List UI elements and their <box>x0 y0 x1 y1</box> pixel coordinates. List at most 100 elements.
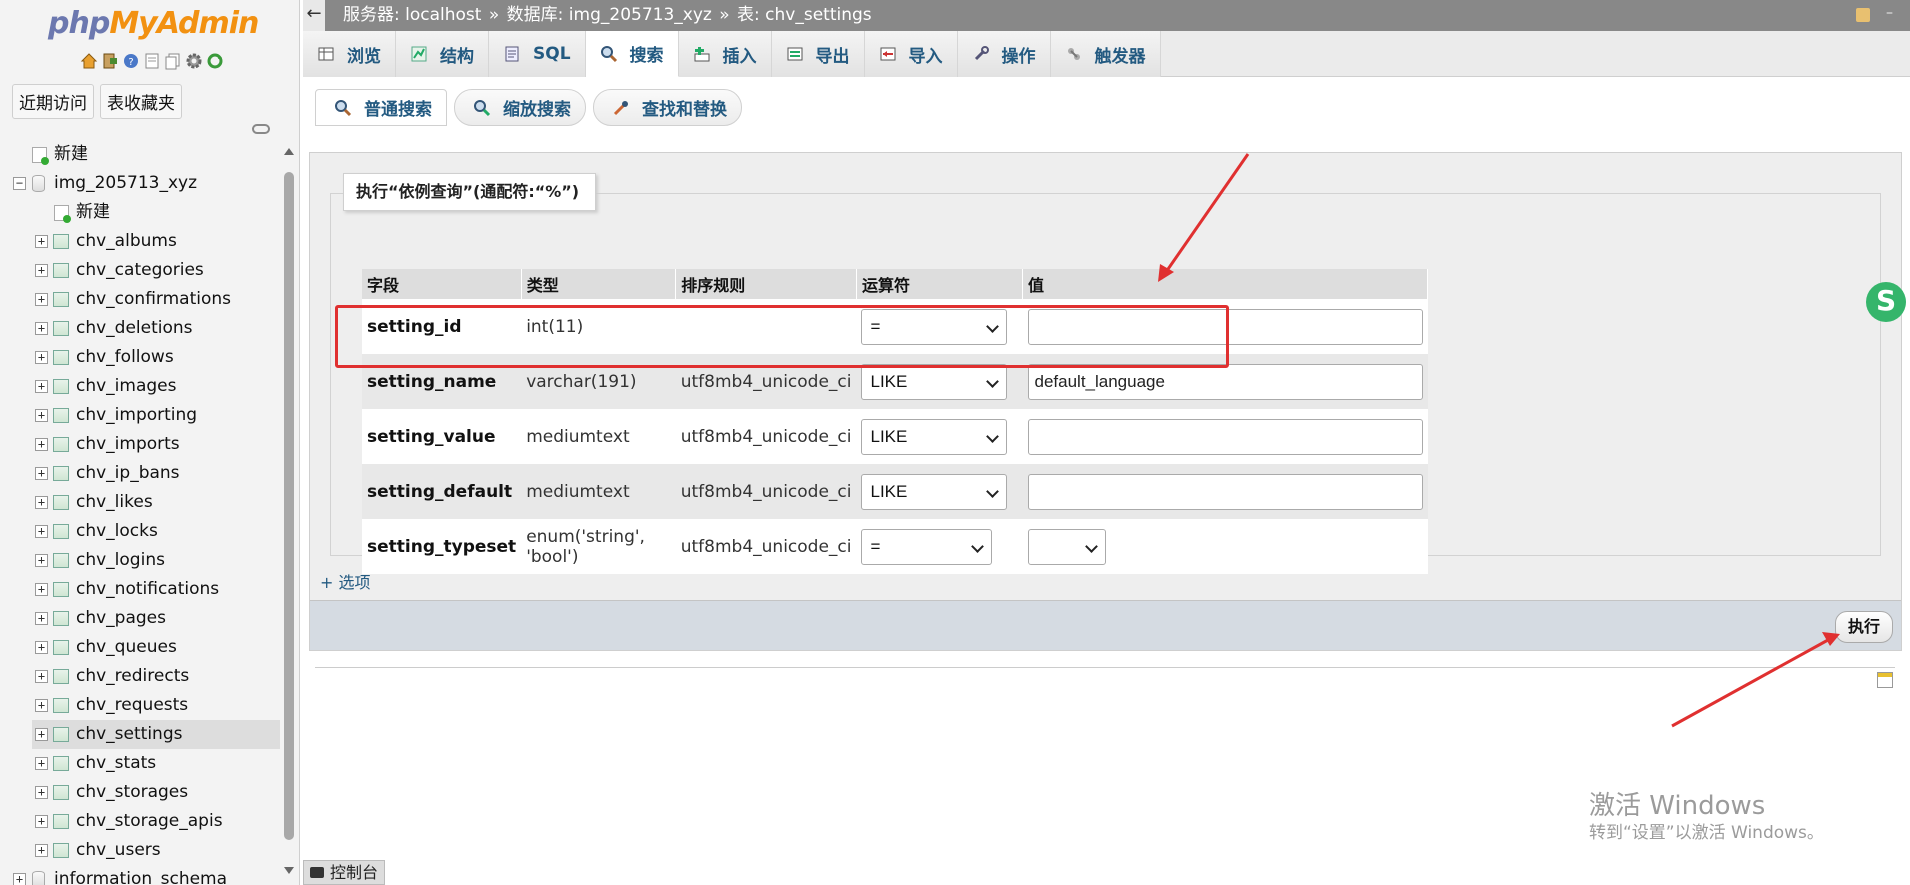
sidebar-tree-item[interactable]: 新建 <box>12 140 280 169</box>
expand-icon[interactable]: + <box>35 351 48 364</box>
sidebar-tree-item[interactable]: + chv_follows <box>12 343 280 372</box>
tab-7[interactable]: 操作 <box>957 31 1051 77</box>
expand-icon[interactable]: + <box>35 380 48 393</box>
expand-icon[interactable]: + <box>35 670 48 683</box>
main-content: ← 服务器: localhost » 数据库: img_205713_xyz »… <box>303 0 1910 885</box>
value-select[interactable] <box>1027 528 1106 565</box>
logout-icon[interactable] <box>101 52 119 70</box>
sidebar-tree-item[interactable]: + chv_albums <box>12 227 280 256</box>
tab-4[interactable]: 插入 <box>678 31 772 77</box>
expand-icon[interactable]: + <box>13 873 26 885</box>
expand-icon[interactable]: + <box>35 496 48 509</box>
sidebar-tree-item[interactable]: + chv_confirmations <box>12 285 280 314</box>
minimize-icon[interactable]: – <box>1886 6 1898 20</box>
execute-button[interactable]: 执行 <box>1834 611 1893 643</box>
subtab-2[interactable]: 查找和替换 <box>593 89 742 126</box>
sidebar-scrollbar[interactable] <box>281 142 297 885</box>
favorites-button[interactable]: 表收藏夹 <box>100 84 182 119</box>
scroll-thumb[interactable] <box>284 172 294 840</box>
expand-icon[interactable]: + <box>35 699 48 712</box>
subtab-0[interactable]: 普通搜索 <box>315 89 447 126</box>
expand-icon[interactable]: + <box>35 786 48 799</box>
expand-icon[interactable]: + <box>35 235 48 248</box>
expand-icon[interactable]: + <box>35 554 48 567</box>
tab-1[interactable]: 结构 <box>396 31 489 77</box>
sidebar-tree-label: chv_likes <box>76 492 153 512</box>
operator-select[interactable]: LIKE <box>861 418 1008 455</box>
expand-icon[interactable]: + <box>35 467 48 480</box>
sidebar-tree-item[interactable]: 新建 <box>12 198 280 227</box>
reload-icon[interactable] <box>206 52 224 70</box>
expand-icon[interactable]: + <box>35 844 48 857</box>
docs-icon[interactable] <box>143 52 161 70</box>
tab-2[interactable]: SQL <box>489 31 586 77</box>
expand-icon[interactable]: + <box>35 293 48 306</box>
tab-3[interactable]: 搜索 <box>585 31 679 77</box>
sidebar-tree-item[interactable]: + chv_importing <box>12 401 280 430</box>
value-input[interactable]: default_language <box>1027 363 1423 400</box>
sidebar-tree-item[interactable]: + chv_ip_bans <box>12 459 280 488</box>
sidebar-tree-item[interactable]: + chv_deletions <box>12 314 280 343</box>
sidebar-tree-item[interactable]: + chv_images <box>12 372 280 401</box>
expand-icon[interactable]: + <box>35 728 48 741</box>
subtab-1[interactable]: 缩放搜索 <box>454 89 586 126</box>
expand-icon[interactable]: + <box>35 264 48 277</box>
sidebar-tree-item[interactable]: + chv_pages <box>12 604 280 633</box>
collapse-sidebar-arrow-icon[interactable]: ← <box>303 0 325 31</box>
sidebar-tree-item[interactable]: + chv_users <box>12 836 280 865</box>
expand-icon[interactable]: + <box>35 438 48 451</box>
sidebar-tree-item[interactable]: + chv_locks <box>12 517 280 546</box>
recent-button[interactable]: 近期访问 <box>12 84 94 119</box>
expand-icon[interactable]: + <box>35 525 48 538</box>
new-item-icon <box>32 147 49 165</box>
sidebar-tree-item[interactable]: + chv_queues <box>12 633 280 662</box>
tab-0[interactable]: 浏览 <box>303 31 396 77</box>
sidebar-tree-item[interactable]: + chv_requests <box>12 691 280 720</box>
value-input[interactable] <box>1027 418 1423 455</box>
value-input[interactable] <box>1027 473 1423 510</box>
expand-icon[interactable]: + <box>35 641 48 654</box>
sidebar-tree-item[interactable]: + chv_notifications <box>12 575 280 604</box>
breadcrumb-database[interactable]: 数据库: img_205713_xyz <box>507 5 712 25</box>
divider <box>315 667 1895 668</box>
console-button[interactable]: 控制台 <box>303 860 386 885</box>
collapse-icon[interactable]: − <box>13 177 26 190</box>
copy-icon[interactable] <box>164 52 182 70</box>
sidebar-tree-item[interactable]: − img_205713_xyz <box>12 169 280 198</box>
scroll-up-arrow-icon[interactable] <box>284 148 294 155</box>
scroll-down-arrow-icon[interactable] <box>284 867 294 874</box>
phpmyadmin-logo[interactable]: phpMyAdmin <box>48 6 259 41</box>
gear-icon[interactable] <box>185 52 203 70</box>
options-link[interactable]: + 选项 <box>320 569 371 593</box>
home-icon[interactable] <box>80 52 98 70</box>
expand-icon[interactable]: + <box>35 583 48 596</box>
tab-5[interactable]: 导出 <box>771 31 865 77</box>
sidebar-tree-item[interactable]: + chv_imports <box>12 430 280 459</box>
tab-8[interactable]: 触发器 <box>1050 31 1161 77</box>
help-icon[interactable]: ? <box>122 52 140 70</box>
floating-assistant-icon[interactable] <box>1866 282 1906 322</box>
expand-icon[interactable]: + <box>35 815 48 828</box>
expand-icon[interactable]: + <box>35 757 48 770</box>
expand-icon[interactable]: + <box>35 322 48 335</box>
expand-icon[interactable]: + <box>35 612 48 625</box>
sidebar-tree-item[interactable]: + chv_redirects <box>12 662 280 691</box>
breadcrumb-table[interactable]: 表: chv_settings <box>737 5 872 25</box>
sidebar-tree-item[interactable]: + chv_logins <box>12 546 280 575</box>
tab-6[interactable]: 导入 <box>864 31 958 77</box>
sidebar-tree-item[interactable]: + chv_storage_apis <box>12 807 280 836</box>
link-icon[interactable] <box>252 124 270 134</box>
sidebar-tree-item[interactable]: + chv_likes <box>12 488 280 517</box>
sidebar-tree-item[interactable]: + information_schema <box>12 865 280 885</box>
sidebar-tree-item[interactable]: + chv_stats <box>12 749 280 778</box>
operator-select[interactable]: LIKE <box>861 473 1008 510</box>
lock-icon[interactable] <box>1856 8 1870 22</box>
operator-select[interactable]: LIKE <box>861 363 1008 400</box>
breadcrumb-server[interactable]: 服务器: localhost <box>343 5 481 25</box>
note-icon[interactable] <box>1877 672 1893 688</box>
sidebar-tree-item[interactable]: + chv_storages <box>12 778 280 807</box>
sidebar-tree-item[interactable]: + chv_categories <box>12 256 280 285</box>
sidebar-tree-item[interactable]: + chv_settings <box>32 720 280 749</box>
expand-icon[interactable]: + <box>35 409 48 422</box>
operator-select[interactable]: = <box>861 528 993 565</box>
